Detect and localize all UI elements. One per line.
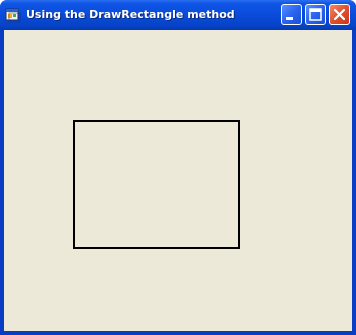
close-button[interactable] bbox=[329, 4, 350, 25]
drawn-rectangle bbox=[73, 120, 240, 249]
title-bar[interactable]: Using the DrawRectangle method bbox=[0, 0, 356, 30]
window-title: Using the DrawRectangle method bbox=[26, 8, 235, 21]
app-window: Using the DrawRectangle method bbox=[0, 0, 356, 335]
minimize-button[interactable] bbox=[281, 4, 302, 25]
maximize-button[interactable] bbox=[305, 4, 326, 25]
form-client-area[interactable] bbox=[4, 30, 352, 331]
app-window-icon[interactable] bbox=[5, 7, 21, 23]
